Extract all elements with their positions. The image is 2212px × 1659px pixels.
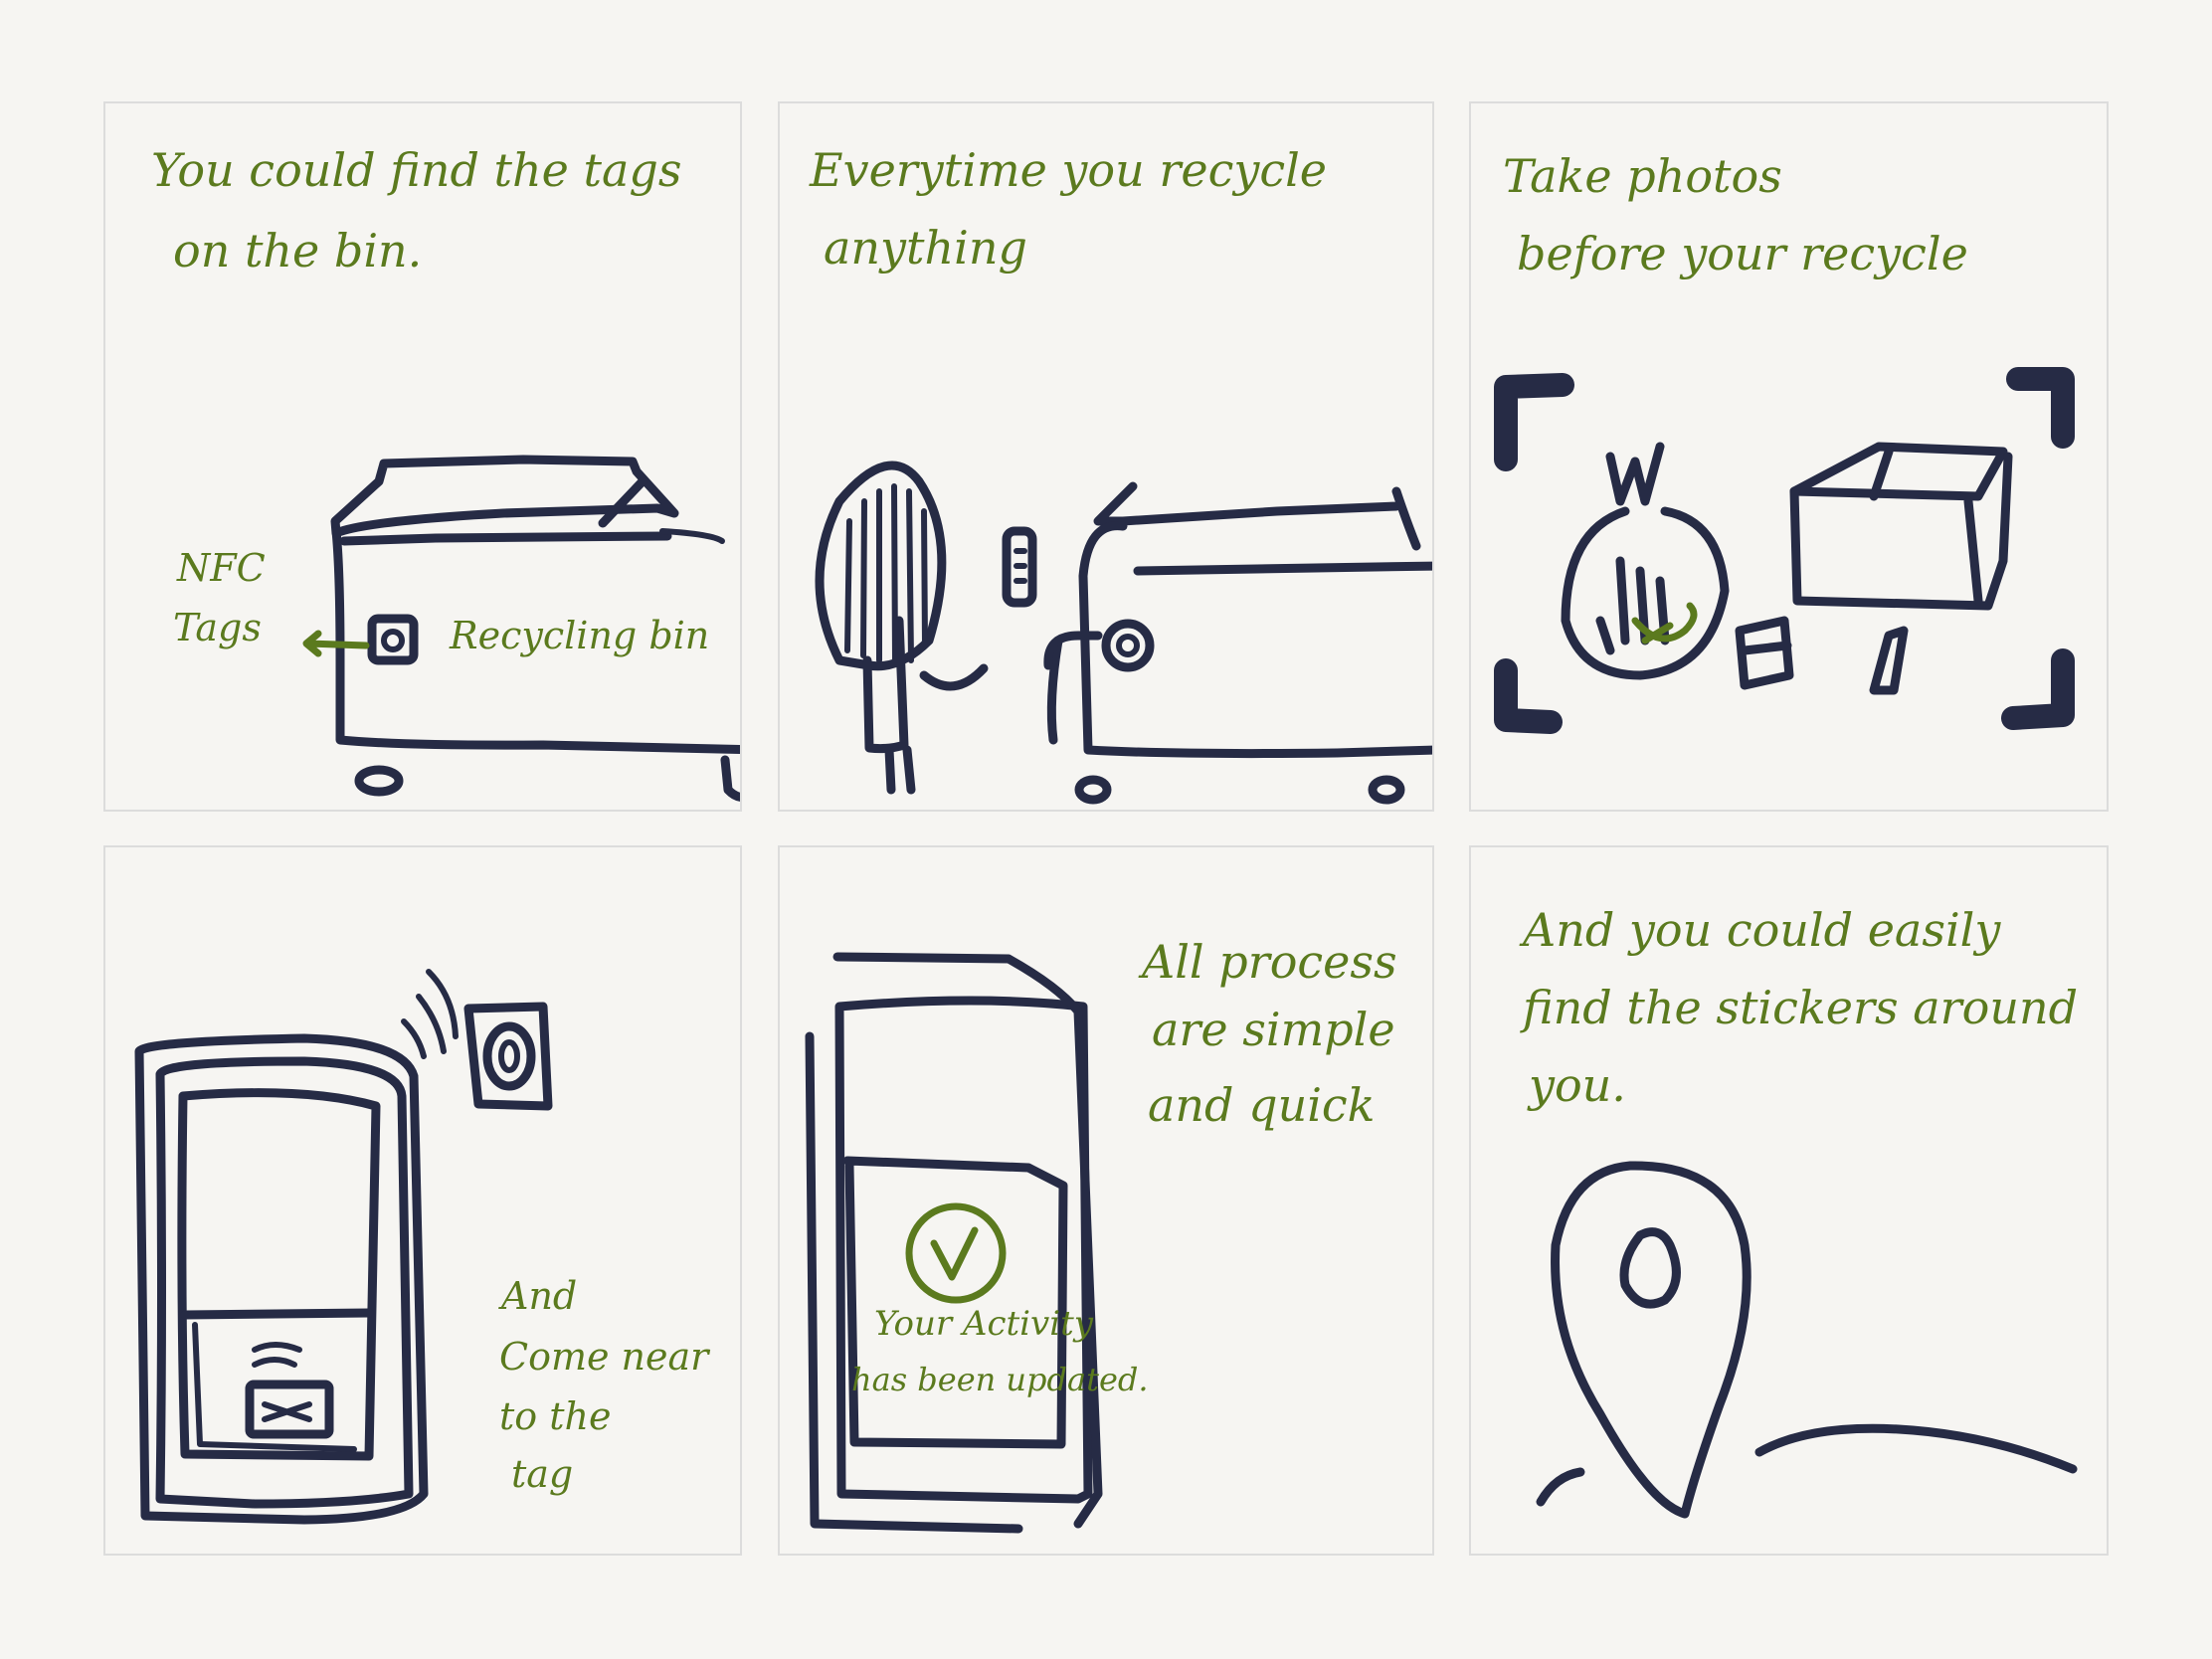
storyboard-panel-3: Take photos before your recycle — [1469, 101, 2109, 812]
recycling-bin-sketch — [302, 455, 740, 802]
activity-message-line-1: Your Activity — [874, 1304, 1094, 1344]
map-pin-icon — [1551, 1161, 1751, 1519]
nfc-tag-icon — [1101, 619, 1155, 672]
camera-frame-icon — [1494, 367, 2075, 734]
storyboard-panel-5: All process are simple and quick Your Ac… — [778, 845, 1434, 1556]
storyboard-panel-1: You could find the tags on the bin. NFC … — [103, 101, 742, 812]
map-pin-sketch — [1536, 1161, 2078, 1519]
phone-confirmation-sketch — [805, 952, 1103, 1534]
storyboard-panel-4: And Come near to the tag — [103, 845, 742, 1556]
storyboard-panel-6: And you could easily find the stickers a… — [1469, 845, 2109, 1556]
storyboard-panel-2: Everytime you recycle anything — [778, 101, 1434, 812]
person-at-bin-sketch — [815, 461, 1432, 805]
check-circle-icon — [905, 1202, 1007, 1304]
camera-frame-sketch — [1494, 367, 2075, 734]
phone-near-tag-sketch — [134, 969, 553, 1525]
activity-message-line-2: has been updated. — [851, 1361, 1149, 1398]
nfc-tag-icon — [367, 614, 419, 665]
